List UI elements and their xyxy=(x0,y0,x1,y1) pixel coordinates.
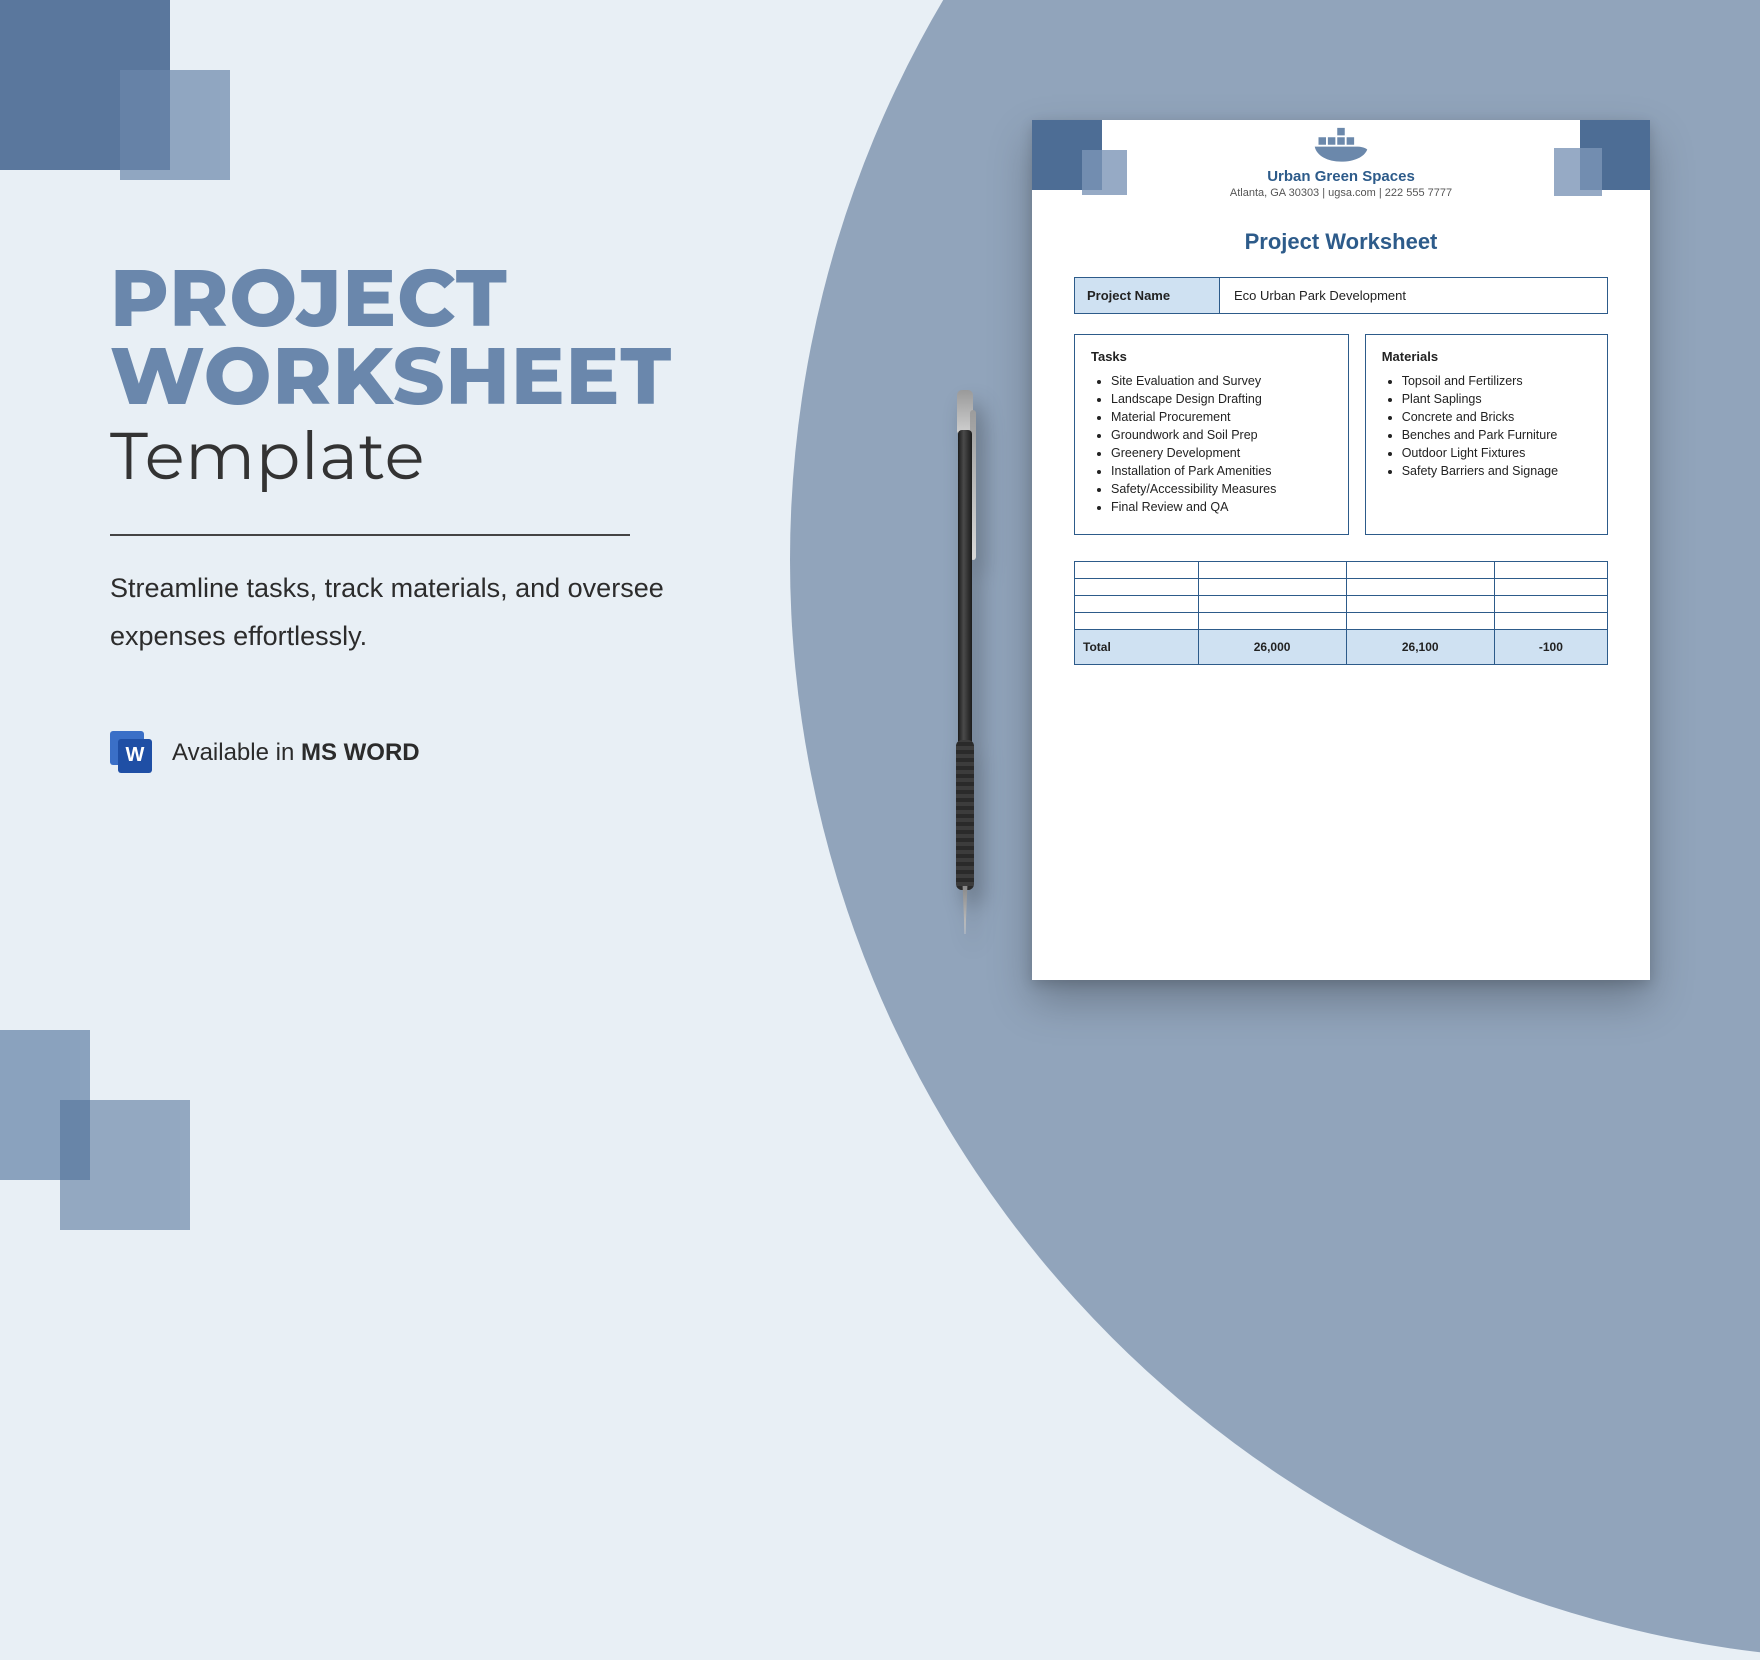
project-name-label: Project Name xyxy=(1075,278,1220,313)
materials-list: Topsoil and Fertilizers Plant Saplings Con… xyxy=(1382,374,1591,478)
hero-text-block: PROJECT WORKSHEET Template Streamline ta… xyxy=(110,260,730,775)
tasks-box: Tasks Site Evaluation and Survey Landscap… xyxy=(1074,334,1349,535)
total-col1: 26,000 xyxy=(1198,630,1346,665)
project-name-value: Eco Urban Park Development xyxy=(1220,278,1607,313)
list-item: Plant Saplings xyxy=(1402,392,1591,406)
worksheet-page: Urban Green Spaces Atlanta, GA 30303 | u… xyxy=(1032,120,1650,980)
decor-square xyxy=(1554,148,1602,196)
decor-square xyxy=(1082,150,1127,195)
total-col2: 26,100 xyxy=(1346,630,1494,665)
hero-title: PROJECT WORKSHEET xyxy=(110,260,730,417)
list-item: Landscape Design Drafting xyxy=(1111,392,1332,406)
divider xyxy=(110,534,630,536)
list-item: Outdoor Light Fixtures xyxy=(1402,446,1591,460)
pen-prop xyxy=(944,370,984,970)
total-col3: -100 xyxy=(1494,630,1607,665)
hero-blurb: Streamline tasks, track materials, and o… xyxy=(110,564,710,661)
decor-square xyxy=(120,70,230,180)
list-item: Safety/Accessibility Measures xyxy=(1111,482,1332,496)
availability-row: W Available in MS WORD xyxy=(110,731,730,775)
list-item: Installation of Park Amenities xyxy=(1111,464,1332,478)
list-item: Concrete and Bricks xyxy=(1402,410,1591,424)
list-item: Benches and Park Furniture xyxy=(1402,428,1591,442)
msword-icon: W xyxy=(110,731,154,775)
org-logo-icon xyxy=(1311,120,1371,162)
list-item: Safety Barriers and Signage xyxy=(1402,464,1591,478)
list-item: Topsoil and Fertilizers xyxy=(1402,374,1591,388)
list-item: Greenery Development xyxy=(1111,446,1332,460)
list-item: Groundwork and Soil Prep xyxy=(1111,428,1332,442)
total-label: Total xyxy=(1075,630,1199,665)
hero-subtitle: Template xyxy=(110,415,730,496)
list-item: Final Review and QA xyxy=(1111,500,1332,514)
tasks-heading: Tasks xyxy=(1091,349,1332,364)
tasks-list: Site Evaluation and Survey Landscape Desi… xyxy=(1091,374,1332,514)
availability-text: Available in MS WORD xyxy=(172,739,420,767)
list-item: Material Procurement xyxy=(1111,410,1332,424)
hero-title-line: WORKSHEET xyxy=(110,338,730,416)
materials-heading: Materials xyxy=(1382,349,1591,364)
list-item: Site Evaluation and Survey xyxy=(1111,374,1332,388)
worksheet-heading: Project Worksheet xyxy=(1032,229,1650,255)
project-name-row: Project Name Eco Urban Park Development xyxy=(1074,277,1608,314)
document-preview: Urban Green Spaces Atlanta, GA 30303 | u… xyxy=(1032,80,1650,980)
decor-square xyxy=(60,1100,190,1230)
materials-box: Materials Topsoil and Fertilizers Plant S… xyxy=(1365,334,1608,535)
hero-title-line: PROJECT xyxy=(110,260,730,338)
totals-table: Total 26,000 26,100 -100 xyxy=(1074,561,1608,665)
